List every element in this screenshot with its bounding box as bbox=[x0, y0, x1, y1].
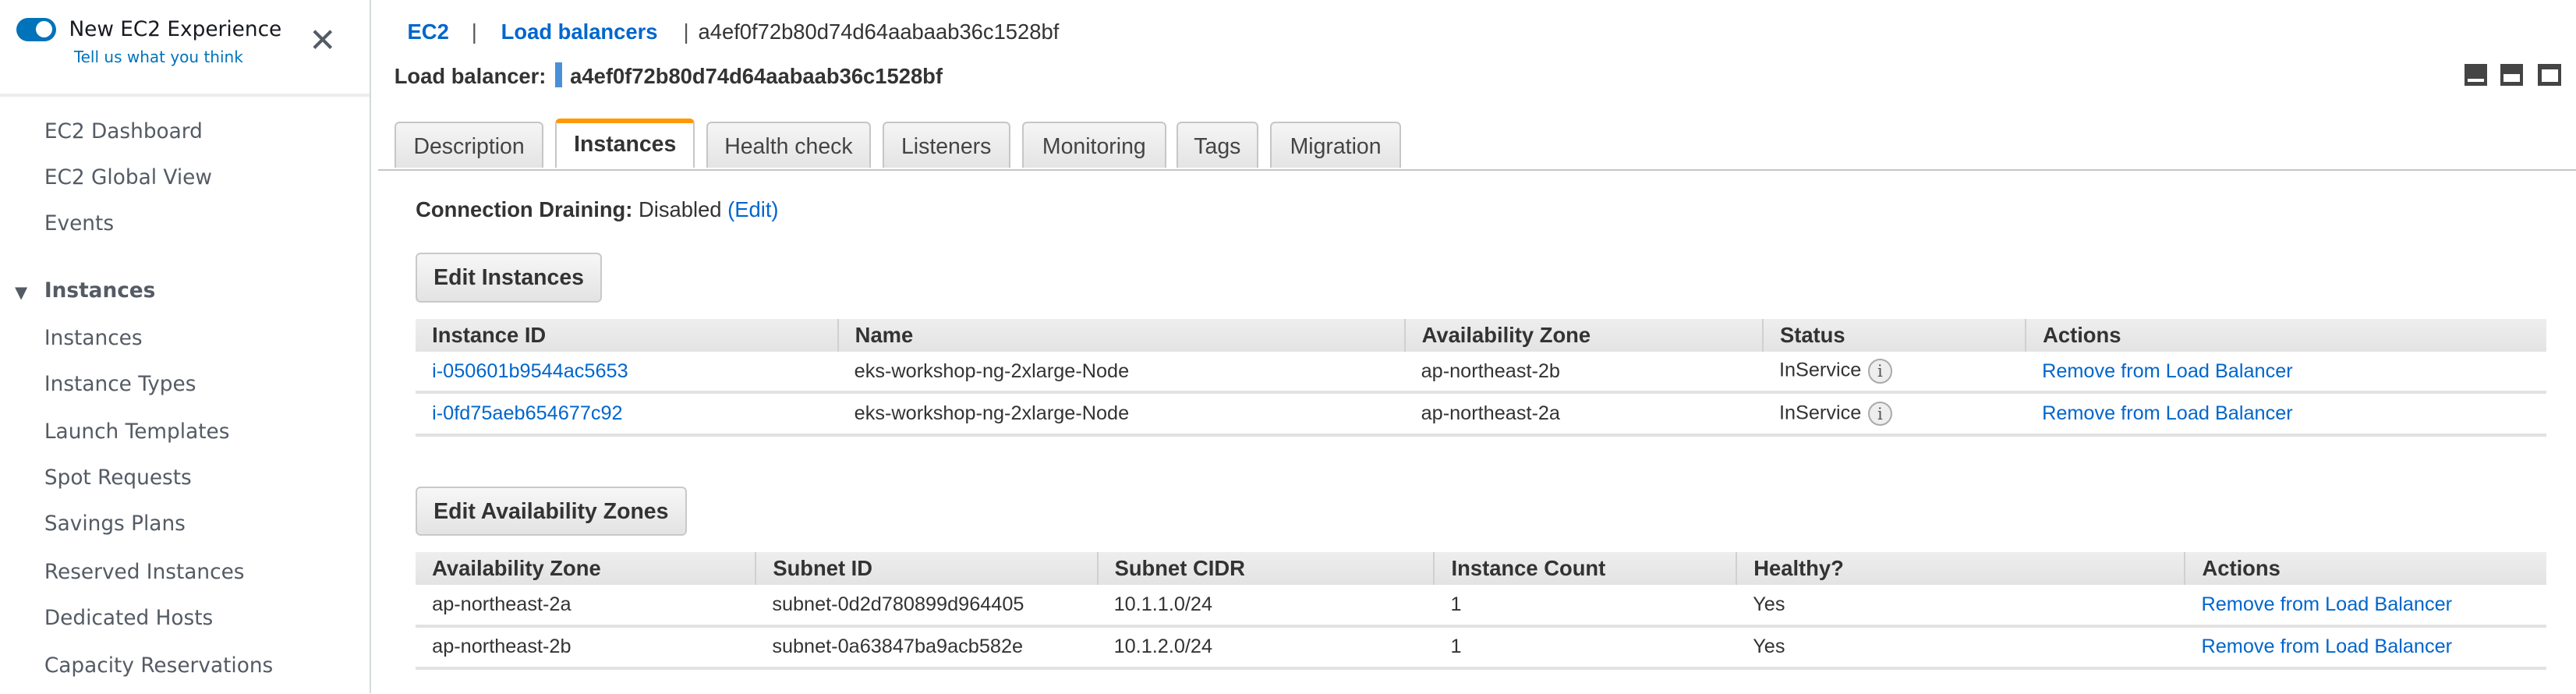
tab-monitoring[interactable]: Monitoring bbox=[1021, 121, 1167, 168]
sidebar-item-instance-types[interactable]: Instance Types bbox=[44, 373, 196, 396]
sidebar-item-launch-templates[interactable]: Launch Templates bbox=[44, 420, 230, 444]
subnet-cidr: 10.1.1.0/24 bbox=[1097, 585, 1435, 628]
column-header[interactable]: Instance Count bbox=[1433, 551, 1737, 586]
tab-migration[interactable]: Migration bbox=[1269, 121, 1402, 168]
sidebar-item-events[interactable]: Events bbox=[44, 212, 114, 235]
column-header[interactable]: Availability Zone bbox=[1403, 318, 1763, 352]
sidebar-item-spot-requests[interactable]: Spot Requests bbox=[44, 466, 192, 490]
instance-id-link[interactable]: i-050601b9544ac5653 bbox=[416, 351, 838, 395]
feedback-link[interactable]: Tell us what you think bbox=[74, 48, 243, 66]
breadcrumb-ec2[interactable]: EC2 bbox=[408, 19, 449, 44]
column-header[interactable]: Instance ID bbox=[416, 318, 838, 352]
instance-name: eks-workshop-ng-2xlarge-Node bbox=[837, 392, 1405, 437]
remove-from-load-balancer-link[interactable]: Remove from Load Balancer bbox=[2185, 625, 2546, 671]
sidebar: New EC2 Experience Tell us what you thin… bbox=[0, 0, 372, 694]
column-header[interactable]: Subnet ID bbox=[755, 551, 1098, 586]
sidebar-group-instances[interactable]: Instances bbox=[44, 279, 155, 303]
divider bbox=[0, 94, 370, 97]
load-balancer-name: a4ef0f72b80d74d64aabaab36c1528bf bbox=[570, 64, 943, 89]
ec2-console: New EC2 Experience Tell us what you thin… bbox=[0, 0, 2576, 694]
sidebar-item-ec2-dashboard[interactable]: EC2 Dashboard bbox=[44, 120, 203, 143]
breadcrumb-separator: | bbox=[471, 19, 477, 44]
breadcrumb-separator: | bbox=[683, 19, 689, 44]
tab-health-check[interactable]: Health check bbox=[706, 121, 871, 168]
breadcrumb-load-balancers[interactable]: Load balancers bbox=[501, 19, 658, 44]
remove-from-load-balancer-link[interactable]: Remove from Load Balancer bbox=[2026, 351, 2546, 395]
edit-connection-draining-link[interactable]: (Edit) bbox=[727, 197, 778, 221]
connection-draining-value: Disabled bbox=[639, 197, 722, 221]
new-experience-toggle[interactable] bbox=[16, 18, 56, 41]
table-header: Instance ID Name Availability Zone Statu… bbox=[416, 318, 2546, 352]
status-text: InService bbox=[1778, 402, 1862, 424]
tab-description[interactable]: Description bbox=[394, 121, 544, 168]
sidebar-item-savings-plans[interactable]: Savings Plans bbox=[44, 512, 186, 536]
availability-zones-table: Availability Zone Subnet ID Subnet CIDR … bbox=[416, 551, 2546, 671]
breadcrumb-current: a4ef0f72b80d74d64aabaab36c1528bf bbox=[698, 19, 1060, 44]
new-experience-label: New EC2 Experience bbox=[69, 18, 282, 42]
table-row: i-0fd75aeb654677c92 eks-workshop-ng-2xla… bbox=[416, 392, 2546, 437]
instance-status: InService i bbox=[1762, 392, 2026, 437]
info-icon[interactable]: i bbox=[1867, 402, 1893, 427]
tab-listeners[interactable]: Listeners bbox=[882, 121, 1010, 168]
column-header[interactable]: Status bbox=[1761, 318, 2026, 352]
status-text: InService bbox=[1778, 359, 1862, 381]
connection-draining-label: Connection Draining: bbox=[416, 197, 633, 221]
tab-tags[interactable]: Tags bbox=[1176, 121, 1259, 168]
column-header[interactable]: Healthy? bbox=[1736, 551, 2185, 586]
edit-instances-button[interactable]: Edit Instances bbox=[416, 253, 603, 303]
instance-status: InService i bbox=[1762, 351, 2026, 395]
column-header[interactable]: Actions bbox=[2025, 318, 2546, 352]
pane-top-icon[interactable] bbox=[2538, 64, 2561, 86]
selection-marker bbox=[555, 62, 562, 87]
column-header[interactable]: Availability Zone bbox=[416, 551, 756, 586]
subnet-id: subnet-0a63847ba9acb582e bbox=[755, 625, 1098, 671]
column-header[interactable]: Actions bbox=[2184, 551, 2546, 586]
close-icon[interactable]: ✕ bbox=[309, 21, 336, 59]
sidebar-item-reserved-instances[interactable]: Reserved Instances bbox=[44, 561, 245, 584]
connection-draining: Connection Draining: Disabled (Edit) bbox=[416, 197, 778, 222]
instance-id-link[interactable]: i-0fd75aeb654677c92 bbox=[416, 392, 838, 437]
pane-bottom-icon[interactable] bbox=[2464, 64, 2488, 86]
healthy: Yes bbox=[1736, 625, 2185, 671]
sidebar-item-dedicated-hosts[interactable]: Dedicated Hosts bbox=[44, 607, 213, 630]
subnet-id: subnet-0d2d780899d964405 bbox=[755, 585, 1098, 628]
sidebar-item-instances[interactable]: Instances bbox=[44, 327, 143, 350]
edit-availability-zones-button[interactable]: Edit Availability Zones bbox=[416, 486, 687, 536]
remove-from-load-balancer-link[interactable]: Remove from Load Balancer bbox=[2026, 392, 2546, 437]
column-header[interactable]: Subnet CIDR bbox=[1096, 551, 1435, 586]
instances-table: Instance ID Name Availability Zone Statu… bbox=[416, 318, 2546, 437]
table-row: i-050601b9544ac5653 eks-workshop-ng-2xla… bbox=[416, 351, 2546, 395]
caret-down-icon[interactable]: ▼ bbox=[15, 282, 27, 302]
column-header[interactable]: Name bbox=[837, 318, 1405, 352]
sidebar-item-capacity-reservations[interactable]: Capacity Reservations bbox=[44, 654, 273, 678]
subnet-cidr: 10.1.2.0/24 bbox=[1097, 625, 1435, 671]
table-header: Availability Zone Subnet ID Subnet CIDR … bbox=[416, 551, 2546, 586]
remove-from-load-balancer-link[interactable]: Remove from Load Balancer bbox=[2185, 585, 2546, 628]
table-row: ap-northeast-2a subnet-0d2d780899d964405… bbox=[416, 585, 2546, 628]
info-icon[interactable]: i bbox=[1867, 359, 1893, 384]
table-row: ap-northeast-2b subnet-0a63847ba9acb582e… bbox=[416, 625, 2546, 671]
pane-split-icon[interactable] bbox=[2500, 64, 2524, 86]
instance-name: eks-workshop-ng-2xlarge-Node bbox=[837, 351, 1405, 395]
tab-instances[interactable]: Instances bbox=[555, 118, 695, 168]
zone-name: ap-northeast-2b bbox=[416, 625, 756, 671]
instance-az: ap-northeast-2b bbox=[1404, 351, 1763, 395]
healthy: Yes bbox=[1736, 585, 2185, 628]
instance-count: 1 bbox=[1434, 585, 1737, 628]
zone-name: ap-northeast-2a bbox=[416, 585, 756, 628]
instance-az: ap-northeast-2a bbox=[1404, 392, 1763, 437]
sidebar-item-ec2-global-view[interactable]: EC2 Global View bbox=[44, 166, 212, 189]
load-balancer-label: Load balancer: bbox=[394, 64, 547, 89]
tab-divider bbox=[377, 169, 2576, 172]
instance-count: 1 bbox=[1434, 625, 1737, 671]
